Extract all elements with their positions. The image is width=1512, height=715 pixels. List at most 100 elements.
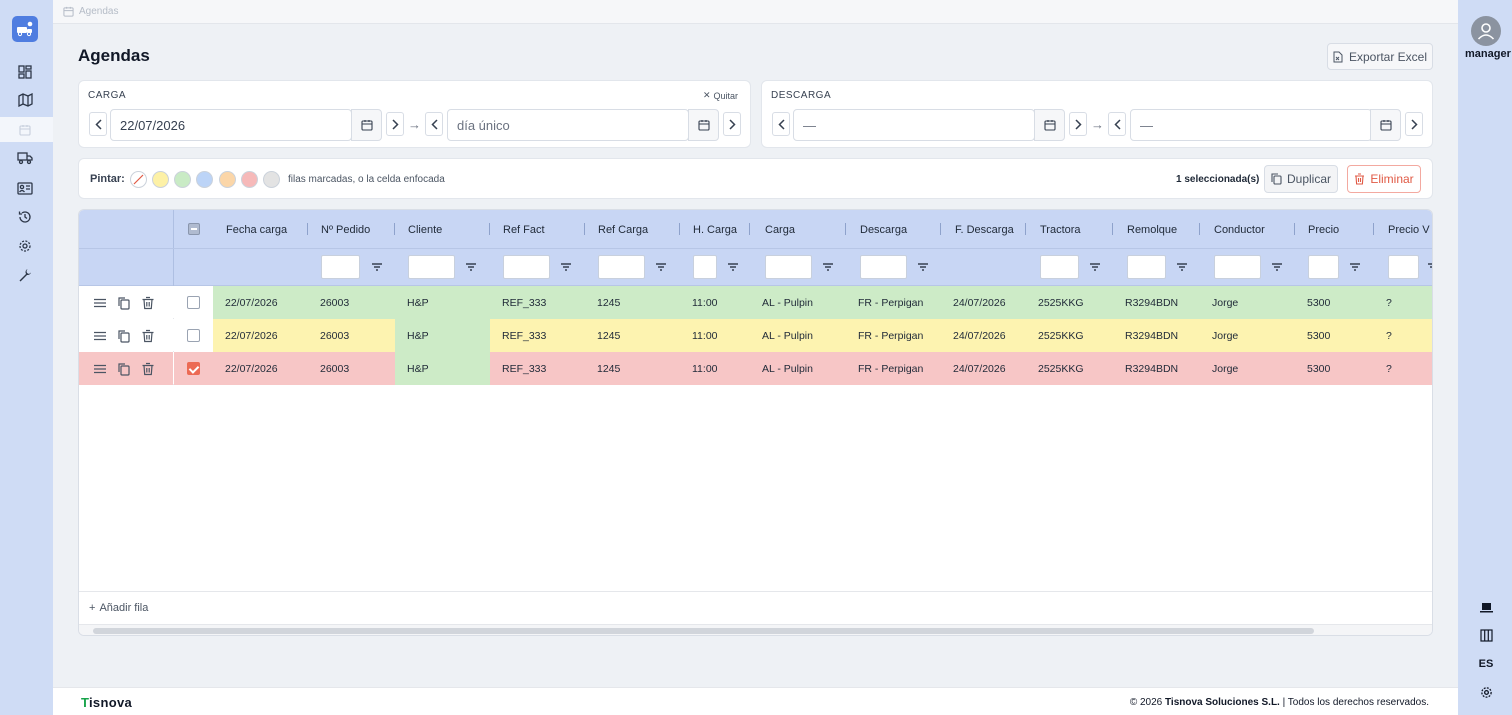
swatch-green[interactable] — [174, 171, 191, 188]
table-cell[interactable]: H&P — [395, 352, 490, 385]
table-cell[interactable]: 11:00 — [680, 319, 750, 352]
table-cell[interactable]: 5300 — [1295, 319, 1374, 352]
drag-handle-icon[interactable] — [93, 296, 107, 310]
history-icon[interactable] — [15, 207, 35, 227]
filter-icon[interactable] — [371, 261, 383, 273]
filter-icon[interactable] — [1349, 261, 1361, 273]
filter-input-precio[interactable] — [1308, 255, 1339, 279]
settings-icon[interactable] — [15, 236, 35, 256]
filter-icon[interactable] — [1427, 261, 1433, 273]
carga-from-date-input[interactable]: 22/07/2026 — [110, 109, 352, 141]
laptop-icon[interactable] — [1477, 598, 1495, 616]
dashboard-icon[interactable] — [15, 62, 35, 82]
add-row-button[interactable]: + Añadir fila — [79, 591, 1432, 624]
scrollbar-thumb[interactable] — [93, 628, 1314, 634]
table-cell[interactable]: FR - Perpigan — [846, 286, 941, 319]
table-cell[interactable]: Jorge — [1200, 319, 1295, 352]
table-cell[interactable]: 1245 — [585, 352, 680, 385]
table-cell[interactable]: H&P — [395, 286, 490, 319]
table-cell[interactable]: 11:00 — [680, 352, 750, 385]
carga-from-prev-button[interactable] — [89, 112, 107, 136]
column-header[interactable]: Ref Carga — [598, 224, 648, 236]
carga-to-calendar-button[interactable] — [688, 109, 719, 141]
table-cell[interactable]: Jorge — [1200, 352, 1295, 385]
table-cell[interactable]: 22/07/2026 — [213, 352, 308, 385]
filter-input-cliente[interactable] — [408, 255, 455, 279]
table-cell[interactable]: 1245 — [585, 286, 680, 319]
table-cell[interactable]: R3294BDN — [1113, 352, 1200, 385]
table-cell[interactable]: H&P — [395, 319, 490, 352]
table-row[interactable]: 22/07/2026 26003 H&P REF_333 1245 11:00 AL - P… — [79, 319, 1432, 352]
column-header[interactable]: Precio V — [1388, 224, 1430, 236]
row-checkbox[interactable] — [187, 296, 200, 309]
carga-from-next-button[interactable] — [386, 112, 404, 136]
calendar-icon[interactable] — [15, 120, 35, 140]
column-header[interactable]: Fecha carga — [226, 224, 287, 236]
column-header[interactable]: Nº Pedido — [321, 224, 370, 236]
delete-button[interactable]: Eliminar — [1347, 165, 1421, 193]
quitar-button[interactable]: ✕ Quitar — [703, 90, 738, 101]
filter-input-descarga[interactable] — [860, 255, 907, 279]
trash-icon[interactable] — [141, 362, 155, 376]
table-cell[interactable]: Jorge — [1200, 286, 1295, 319]
swatch-none[interactable] — [130, 171, 147, 188]
columns-icon[interactable] — [1477, 626, 1495, 644]
swatch-orange[interactable] — [219, 171, 236, 188]
descarga-from-next-button[interactable] — [1069, 112, 1087, 136]
filter-input-ref-fact[interactable] — [503, 255, 550, 279]
settings-icon[interactable] — [1477, 683, 1495, 701]
column-header[interactable]: H. Carga — [693, 224, 737, 236]
copy-icon[interactable] — [117, 362, 131, 376]
table-cell[interactable]: REF_333 — [490, 319, 585, 352]
filter-icon[interactable] — [917, 261, 929, 273]
filter-icon[interactable] — [655, 261, 667, 273]
filter-input-pedido[interactable] — [321, 255, 360, 279]
table-cell[interactable]: 26003 — [308, 319, 395, 352]
user-avatar[interactable] — [1471, 16, 1501, 46]
table-cell[interactable]: ? — [1374, 352, 1432, 385]
table-cell[interactable]: REF_333 — [490, 352, 585, 385]
column-header[interactable]: Precio — [1308, 224, 1339, 236]
filter-icon[interactable] — [1176, 261, 1188, 273]
drag-handle-icon[interactable] — [93, 329, 107, 343]
column-header[interactable]: Tractora — [1040, 224, 1081, 236]
table-cell[interactable]: R3294BDN — [1113, 286, 1200, 319]
table-cell[interactable]: 24/07/2026 — [941, 352, 1026, 385]
table-cell[interactable]: AL - Pulpin — [750, 352, 846, 385]
filter-input-carga[interactable] — [765, 255, 812, 279]
trash-icon[interactable] — [141, 296, 155, 310]
filter-input-h-carga[interactable] — [693, 255, 717, 279]
descarga-from-calendar-button[interactable] — [1034, 109, 1065, 141]
column-header[interactable]: Remolque — [1127, 224, 1177, 236]
table-cell[interactable]: AL - Pulpin — [750, 319, 846, 352]
table-row[interactable]: 22/07/2026 26003 H&P REF_333 1245 11:00 AL - P… — [79, 286, 1432, 319]
swatch-red[interactable] — [241, 171, 258, 188]
horizontal-scrollbar[interactable] — [79, 624, 1432, 635]
duplicate-button[interactable]: Duplicar — [1264, 165, 1338, 193]
table-row[interactable]: 22/07/2026 26003 H&P REF_333 1245 11:00 AL - P… — [79, 352, 1432, 385]
table-cell[interactable]: 5300 — [1295, 286, 1374, 319]
filter-icon[interactable] — [1271, 261, 1283, 273]
swatch-blue[interactable] — [196, 171, 213, 188]
wrench-icon[interactable] — [15, 265, 35, 285]
copy-icon[interactable] — [117, 329, 131, 343]
table-cell[interactable]: 5300 — [1295, 352, 1374, 385]
table-cell[interactable]: FR - Perpigan — [846, 319, 941, 352]
column-header[interactable]: Ref Fact — [503, 224, 545, 236]
table-cell[interactable]: FR - Perpigan — [846, 352, 941, 385]
filter-icon[interactable] — [727, 261, 739, 273]
row-checkbox[interactable] — [187, 362, 200, 375]
copy-icon[interactable] — [117, 296, 131, 310]
table-cell[interactable]: R3294BDN — [1113, 319, 1200, 352]
table-cell[interactable]: 2525KKG — [1026, 352, 1113, 385]
table-cell[interactable]: ? — [1374, 286, 1432, 319]
select-all-checkbox[interactable] — [188, 223, 200, 235]
filter-input-ref-carga[interactable] — [598, 255, 645, 279]
language-toggle[interactable]: ES — [1477, 655, 1495, 673]
table-cell[interactable]: 22/07/2026 — [213, 319, 308, 352]
column-header[interactable]: Cliente — [408, 224, 442, 236]
descarga-to-prev-button[interactable] — [1108, 112, 1126, 136]
drag-handle-icon[interactable] — [93, 362, 107, 376]
table-cell[interactable]: AL - Pulpin — [750, 286, 846, 319]
table-cell[interactable]: 1245 — [585, 319, 680, 352]
